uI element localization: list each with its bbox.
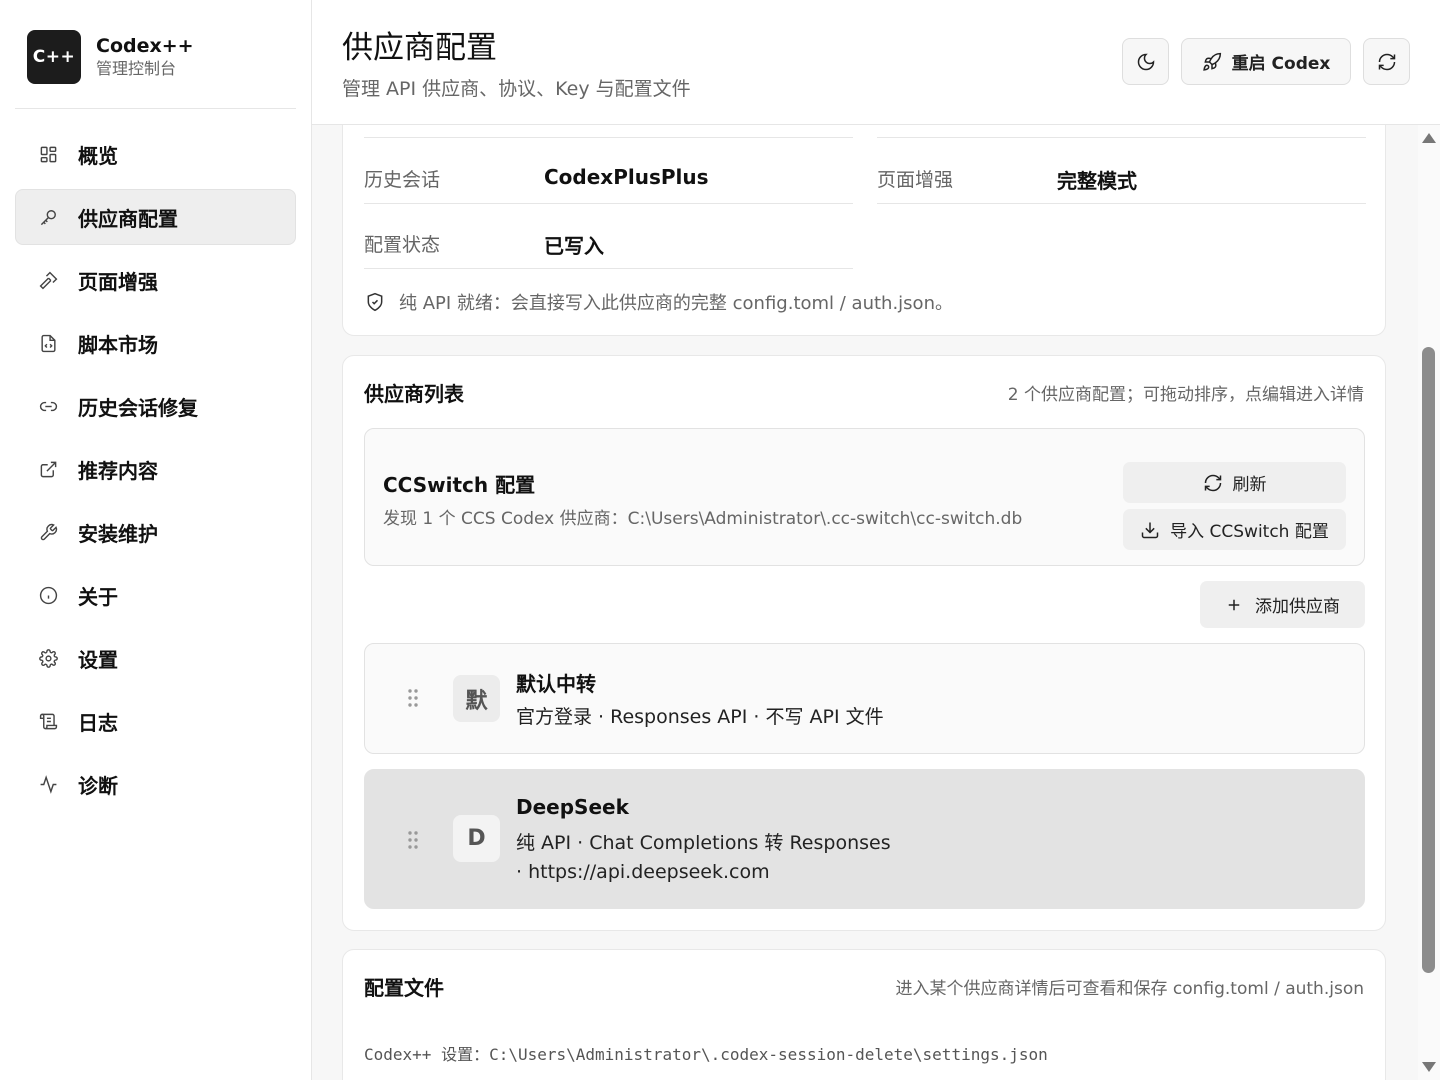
- download-icon: [1140, 520, 1170, 540]
- app-name: Codex++: [96, 35, 194, 57]
- sidebar-item-label: 关于: [78, 584, 118, 609]
- ccswitch-import-label: 导入 CCSwitch 配置: [1170, 522, 1329, 542]
- config-status-key: 配置状态: [364, 234, 441, 256]
- info-icon: [38, 585, 58, 605]
- sidebar-item-label: 脚本市场: [78, 332, 158, 357]
- sidebar-item-label: 概览: [78, 143, 118, 168]
- api-ready-text: 纯 API 就绪：会直接写入此供应商的完整 config.toml / auth…: [399, 293, 953, 314]
- provider-list-title: 供应商列表: [364, 382, 464, 406]
- sidebar-item-diagnostics[interactable]: 诊断: [15, 756, 296, 812]
- settings-path: Codex++ 设置：C:\Users\Administrator\.codex…: [364, 1045, 1048, 1064]
- sidebar-item-label: 日志: [78, 710, 118, 735]
- file-code-icon: [38, 333, 58, 353]
- add-provider-label: 添加供应商: [1255, 597, 1340, 617]
- moon-icon: [1136, 52, 1156, 72]
- page-header: 供应商配置 管理 API 供应商、协议、Key 与配置文件 重启 Codex: [312, 0, 1440, 125]
- sidebar: C++ Codex++ 管理控制台 概览 供应商配置 页面增强 脚本市场 历史会…: [0, 0, 312, 1080]
- divider: [877, 137, 1366, 138]
- provider-desc: 纯 API · Chat Completions 转 Responses · h…: [516, 832, 891, 883]
- ccswitch-desc: 发现 1 个 CCS Codex 供应商：C:\Users\Administra…: [383, 509, 1023, 529]
- sidebar-item-label: 页面增强: [78, 269, 158, 294]
- sidebar-divider: [15, 108, 296, 109]
- config-files-title: 配置文件: [364, 976, 444, 1000]
- restart-codex-label: 重启 Codex: [1231, 54, 1331, 74]
- scrollbar[interactable]: [1418, 125, 1440, 1080]
- divider: [877, 203, 1366, 204]
- scroll-thumb[interactable]: [1422, 347, 1435, 973]
- divider: [364, 137, 853, 138]
- api-ready-note: 纯 API 就绪：会直接写入此供应商的完整 config.toml / auth…: [365, 289, 953, 315]
- provider-avatar: D: [453, 815, 500, 862]
- history-session-value: CodexPlusPlus: [544, 165, 709, 189]
- sidebar-item-label: 供应商配置: [78, 206, 178, 231]
- page-enhance-value: 完整模式: [1057, 169, 1137, 193]
- sidebar-item-label: 推荐内容: [78, 458, 158, 483]
- status-card: 历史会话 CodexPlusPlus 页面增强 完整模式 配置状态 已写入 纯 …: [342, 125, 1386, 336]
- sidebar-item-label: 设置: [78, 647, 118, 672]
- provider-item[interactable]: 默 默认中转 官方登录 · Responses API · 不写 API 文件: [364, 643, 1365, 754]
- page-title: 供应商配置: [342, 30, 497, 66]
- sidebar-item-label: 历史会话修复: [78, 395, 198, 420]
- ccswitch-title: CCSwitch 配置: [383, 473, 536, 497]
- key-icon: [38, 207, 58, 227]
- scroll-up-arrow-icon[interactable]: [1422, 133, 1436, 143]
- external-link-icon: [38, 459, 58, 479]
- shield-check-icon: [365, 292, 399, 312]
- refresh-icon: [1377, 52, 1397, 72]
- provider-desc: 官方登录 · Responses API · 不写 API 文件: [516, 706, 884, 728]
- sidebar-item-history-repair[interactable]: 历史会话修复: [15, 378, 296, 434]
- wrench-icon: [38, 522, 58, 542]
- reload-button[interactable]: [1363, 38, 1410, 85]
- sidebar-item-about[interactable]: 关于: [15, 567, 296, 623]
- config-status-value: 已写入: [544, 234, 604, 258]
- ccswitch-panel: CCSwitch 配置 发现 1 个 CCS Codex 供应商：C:\User…: [364, 428, 1365, 566]
- provider-avatar: 默: [453, 675, 500, 722]
- scroll-down-arrow-icon[interactable]: [1422, 1062, 1436, 1072]
- sidebar-item-logs[interactable]: 日志: [15, 693, 296, 749]
- drag-handle-icon[interactable]: [407, 830, 419, 854]
- refresh-icon: [1203, 473, 1233, 493]
- sidebar-item-maintenance[interactable]: 安装维护: [15, 504, 296, 560]
- sidebar-item-providers[interactable]: 供应商配置: [15, 189, 296, 245]
- brand: C++ Codex++ 管理控制台: [27, 30, 194, 84]
- hammer-icon: [38, 270, 58, 290]
- scroll-icon: [38, 711, 58, 731]
- history-session-key: 历史会话: [364, 169, 441, 191]
- provider-list-meta: 2 个供应商配置；可拖动排序，点编辑进入详情: [1007, 385, 1364, 405]
- plus-icon: [1225, 596, 1255, 614]
- config-files-meta: 进入某个供应商详情后可查看和保存 config.toml / auth.json: [895, 979, 1364, 999]
- provider-list-card: 供应商列表 2 个供应商配置；可拖动排序，点编辑进入详情 CCSwitch 配置…: [342, 355, 1386, 931]
- ccswitch-refresh-label: 刷新: [1232, 475, 1267, 495]
- app-logo: C++: [27, 30, 81, 84]
- add-provider-button[interactable]: 添加供应商: [1200, 581, 1365, 628]
- link-icon: [38, 396, 58, 416]
- provider-name: DeepSeek: [516, 795, 629, 819]
- sidebar-item-recommended[interactable]: 推荐内容: [15, 441, 296, 497]
- sidebar-item-script-market[interactable]: 脚本市场: [15, 315, 296, 371]
- main-content: 历史会话 CodexPlusPlus 页面增强 完整模式 配置状态 已写入 纯 …: [312, 125, 1440, 1080]
- rocket-icon: [1202, 52, 1222, 72]
- provider-name: 默认中转: [516, 672, 596, 696]
- theme-toggle-button[interactable]: [1122, 38, 1169, 85]
- page-subtitle: 管理 API 供应商、协议、Key 与配置文件: [342, 78, 691, 100]
- sidebar-item-page-enhance[interactable]: 页面增强: [15, 252, 296, 308]
- divider: [364, 203, 853, 204]
- sidebar-item-label: 安装维护: [78, 521, 158, 546]
- drag-handle-icon[interactable]: [407, 688, 419, 712]
- provider-item[interactable]: D DeepSeek 纯 API · Chat Completions 转 Re…: [364, 769, 1365, 909]
- sidebar-item-settings[interactable]: 设置: [15, 630, 296, 686]
- grid-icon: [38, 144, 58, 164]
- page-enhance-key: 页面增强: [877, 169, 954, 191]
- restart-codex-button[interactable]: 重启 Codex: [1181, 38, 1351, 85]
- sidebar-nav: 概览 供应商配置 页面增强 脚本市场 历史会话修复 推荐内容 安装维护 关于 设…: [15, 126, 296, 819]
- gear-icon: [38, 648, 58, 668]
- ccswitch-refresh-button[interactable]: 刷新: [1123, 462, 1346, 503]
- divider: [364, 268, 853, 269]
- activity-icon: [38, 774, 58, 794]
- sidebar-item-overview[interactable]: 概览: [15, 126, 296, 182]
- sidebar-item-label: 诊断: [78, 773, 118, 798]
- ccswitch-import-button[interactable]: 导入 CCSwitch 配置: [1123, 509, 1346, 550]
- app-subtitle: 管理控制台: [96, 59, 177, 78]
- config-files-card: 配置文件 进入某个供应商详情后可查看和保存 config.toml / auth…: [342, 949, 1386, 1080]
